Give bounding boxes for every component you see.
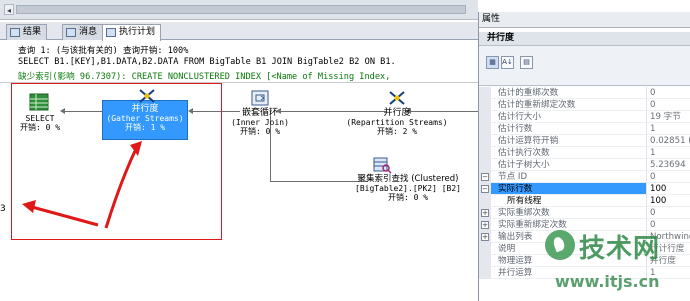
property-name: 估计的重新绑定次数 <box>491 99 647 111</box>
expand-icon[interactable]: + <box>481 233 489 241</box>
property-row[interactable]: 估计的重绑次数 0 <box>479 87 690 99</box>
property-name: 估计行大小 <box>491 111 647 123</box>
watermark-url: www.itjs.cn <box>555 272 660 291</box>
repartition-streams-label: 并行度 (Repartition Streams) 开销: 2 % <box>346 108 448 137</box>
property-value: 19 字节 <box>647 111 690 123</box>
property-name: 估计行数 <box>491 123 647 135</box>
tab-execution-plan[interactable]: 执行计划 <box>102 24 162 41</box>
property-row[interactable]: 估计行大小 19 字节 <box>479 111 690 123</box>
message-icon <box>66 28 76 37</box>
tab-messages[interactable]: 消息 <box>62 24 104 40</box>
property-pages-icon[interactable]: ▤ <box>520 56 533 69</box>
property-name: 估计执行次数 <box>491 147 647 159</box>
query-header: 查询 1: (与该批有关的) 查询开销: 100% <box>18 46 189 56</box>
clustered-index-seek-cost: 开销: 0 % <box>387 193 429 202</box>
property-name: 实际行数 <box>491 183 647 195</box>
property-row-selected[interactable]: − 实际行数 100 <box>479 183 690 195</box>
nested-loops-label: 嵌套循环 (Inner Join) 开销: 0 % <box>222 108 298 137</box>
property-value: 0 <box>647 87 690 99</box>
parallelism-icon[interactable] <box>387 89 407 107</box>
property-name: 估计子树大小 <box>491 159 647 171</box>
clustered-index-seek-label: 聚集索引查找 (Clustered) [BigTable2].[PK2] [B2… <box>338 174 478 203</box>
collapse-icon[interactable]: − <box>481 173 489 181</box>
property-value: 5.23694 <box>647 159 690 171</box>
property-row[interactable]: 估计行数 1 <box>479 123 690 135</box>
nested-loops-cost: 开销: 0 % <box>239 127 281 136</box>
property-row[interactable]: − 节点 ID 0 <box>479 171 690 183</box>
property-name: 节点 ID <box>491 171 647 183</box>
property-value: 0 <box>647 99 690 111</box>
property-name: 估计运算符开销 <box>491 135 647 147</box>
property-value: 0.02851 (1 <box>647 135 690 147</box>
property-row[interactable]: 估计的重新绑定次数 0 <box>479 99 690 111</box>
missing-index-hint[interactable]: 缺少索引(影响 96.7307): CREATE NONCLUSTERED IN… <box>18 70 390 82</box>
property-value: 100 <box>647 195 690 207</box>
top-horizontal-scrollbar[interactable]: ◂ <box>0 0 478 20</box>
repartition-streams-detail: (Repartition Streams) <box>346 118 448 127</box>
execution-plan-canvas[interactable]: SELECT 开销: 0 % 并行度 (Gather Streams) 开销: … <box>0 83 478 301</box>
expand-icon[interactable]: + <box>481 221 489 229</box>
properties-toolbar: ▦ A↓ ▤ <box>479 46 690 86</box>
property-name: 所有线程 <box>491 195 647 207</box>
clustered-index-seek-name: 聚集索引查找 (Clustered) <box>357 174 459 184</box>
expand-icon[interactable]: + <box>481 209 489 217</box>
property-value: 0 <box>647 207 690 219</box>
tab-results-label: 结果 <box>23 27 42 37</box>
clustered-index-seek-detail: [BigTable2].[PK2] [B2] <box>355 184 461 193</box>
watermark-text: 技术网 <box>579 234 661 264</box>
plan-icon <box>106 28 116 37</box>
property-name: 估计的重绑次数 <box>491 87 647 99</box>
scroll-track[interactable] <box>16 5 466 14</box>
property-name: 实际重绑次数 <box>491 207 647 219</box>
sort-alpha-icon[interactable]: A↓ <box>501 56 514 69</box>
annotation-red-arrows <box>22 141 142 229</box>
query-sql-text: SELECT B1.[KEY],B1.DATA,B2.DATA FROM Big… <box>18 57 396 67</box>
property-row[interactable]: 估计运算符开销 0.02851 (1 <box>479 135 690 147</box>
property-value: 1 <box>647 123 690 135</box>
site-watermark: 技术网 www.itjs.cn <box>545 228 685 296</box>
nested-loops-name: 嵌套循环 <box>241 108 278 118</box>
result-tabs: 结果 消息 执行计划 <box>0 22 478 41</box>
scroll-left-arrow-icon[interactable]: ◂ <box>4 4 14 15</box>
grid-icon <box>10 28 20 37</box>
tab-results[interactable]: 结果 <box>6 24 48 40</box>
properties-window-title: 属性 <box>479 12 690 28</box>
repartition-streams-name: 并行度 <box>383 108 411 118</box>
clustered-index-seek-icon[interactable] <box>372 156 392 174</box>
watermark-logo-icon <box>545 230 575 260</box>
repartition-streams-cost: 开销: 2 % <box>376 127 418 136</box>
properties-object-name[interactable]: 并行度 <box>479 32 690 46</box>
property-value: 0 <box>647 171 690 183</box>
property-row[interactable]: 所有线程 100 <box>479 195 690 207</box>
property-row[interactable]: 估计执行次数 1 <box>479 147 690 159</box>
categorized-icon[interactable]: ▦ <box>486 56 499 69</box>
property-value: 100 <box>647 183 690 195</box>
nested-loops-icon[interactable] <box>250 89 270 107</box>
collapse-icon[interactable]: − <box>481 185 489 193</box>
nested-loops-detail: (Inner Join) <box>231 118 289 127</box>
property-row[interactable]: 估计子树大小 5.23694 <box>479 159 690 171</box>
property-value: 1 <box>647 147 690 159</box>
property-row[interactable]: + 实际重绑次数 0 <box>479 207 690 219</box>
tab-execution-plan-label: 执行计划 <box>119 27 156 37</box>
tab-messages-label: 消息 <box>79 27 98 37</box>
